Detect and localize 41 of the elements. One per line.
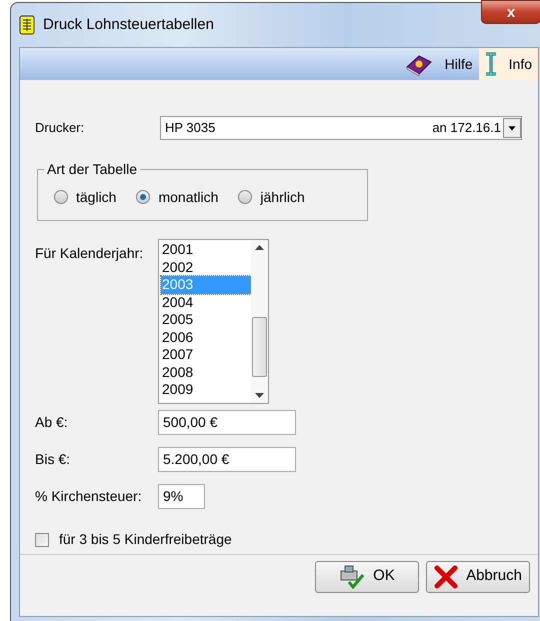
input-field[interactable]: 9% [158,484,205,509]
year-item[interactable]: 2006 [161,328,251,346]
year-item[interactable]: 2001 [161,241,251,258]
input-field[interactable]: 500,00 € [158,410,296,435]
year-item[interactable]: 2004 [161,294,251,311]
table-icon [19,15,35,35]
scroll-down-icon[interactable] [255,393,264,399]
close-button[interactable]: x [481,0,540,24]
scrollbar[interactable] [251,240,268,403]
toolbar-button[interactable]: Hilfe [398,48,479,80]
field-label: Bis €: [35,450,72,469]
radio-option[interactable]: monatlich [136,186,218,208]
group-legend: Art der Tabelle [44,161,140,177]
year-item[interactable]: 2005 [161,311,251,328]
checkbox[interactable] [35,532,49,546]
checkbox-label: für 3 bis 5 Kinderfreibeträge [59,530,232,549]
scroll-up-icon[interactable] [255,244,264,250]
radio-option[interactable]: jährlich [238,186,305,208]
radio-button[interactable] [54,190,68,204]
year-item[interactable]: 2008 [161,364,251,381]
toolbar-button[interactable]: Info [478,48,538,80]
printer-label: Drucker: [35,119,86,138]
year-list[interactable]: 2001 2002 2003 2004 2005 2006 2007 2008 2009 [158,239,269,404]
window-title: Druck Lohnsteuertabellen [43,14,214,35]
printer-select[interactable]: HP 3035 an 172.16.1 [160,116,522,140]
year-item[interactable]: 2007 [161,346,251,364]
year-label: Für Kalenderjahr: [35,244,144,263]
scroll-thumb[interactable] [252,316,267,376]
radio-option[interactable]: täglich [54,186,116,208]
year-item[interactable]: 2002 [161,258,251,276]
radio-button[interactable] [136,190,150,204]
year-item[interactable]: 2009 [161,381,251,398]
cross-icon [434,564,458,588]
text-cursor-icon [484,52,497,76]
input-field[interactable]: 5.200,00 € [158,447,296,472]
field-label: % Kirchensteuer: [35,487,143,506]
field-label: Ab €: [35,413,69,432]
printer-check-icon [339,564,366,588]
dialog-button[interactable]: OK [315,560,419,592]
dialog-button[interactable]: Abbruch [426,560,530,592]
radio-button[interactable] [238,190,252,204]
